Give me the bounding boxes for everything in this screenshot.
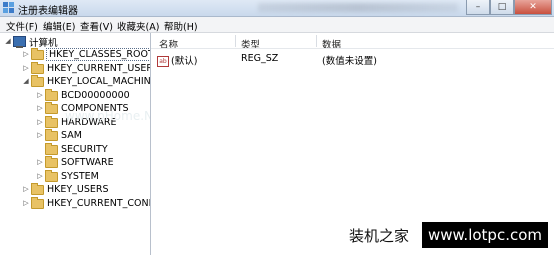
expand-icon[interactable]: ▷ bbox=[22, 65, 30, 72]
menu-bar: 文件(F) 编辑(E) 查看(V) 收藏夹(A) 帮助(H) bbox=[0, 17, 554, 33]
tree-item-sam[interactable]: ▷ SAM bbox=[36, 128, 82, 142]
blurred-path bbox=[258, 3, 458, 12]
folder-icon bbox=[45, 115, 58, 128]
tree-item-hkey-current-user[interactable]: ▷ HKEY_CURRENT_USER bbox=[22, 61, 151, 75]
menu-help[interactable]: 帮助(H) bbox=[164, 19, 198, 33]
collapse-icon[interactable]: ◢ bbox=[22, 78, 30, 85]
menu-edit[interactable]: 编辑(E) bbox=[43, 19, 75, 33]
site-url: www.lotpc.com bbox=[422, 222, 548, 248]
folder-icon bbox=[45, 155, 58, 168]
title-bar: 注册表编辑器 – □ ✕ bbox=[0, 0, 554, 17]
close-button[interactable]: ✕ bbox=[514, 0, 552, 15]
tree-item-hkey-users[interactable]: ▷ HKEY_USERS bbox=[22, 182, 109, 196]
regedit-icon bbox=[3, 2, 14, 13]
string-value-icon: ab bbox=[157, 56, 169, 67]
computer-icon bbox=[13, 36, 26, 48]
folder-icon bbox=[45, 88, 58, 101]
minimize-button[interactable]: – bbox=[466, 0, 490, 15]
folder-icon bbox=[31, 182, 44, 195]
folder-icon bbox=[31, 61, 44, 74]
expand-icon[interactable]: ▷ bbox=[36, 132, 44, 139]
site-name: 装机之家 bbox=[348, 226, 409, 245]
tree-label: SECURITY bbox=[61, 144, 108, 155]
value-row-data: (数值未设置) bbox=[322, 56, 377, 67]
expand-icon[interactable]: ▷ bbox=[36, 173, 44, 180]
tree-label: BCD00000000 bbox=[61, 90, 130, 101]
expand-icon[interactable]: ▷ bbox=[22, 200, 30, 207]
tree-item-hkey-current-config[interactable]: ▷ HKEY_CURRENT_CONFIG bbox=[22, 196, 150, 210]
collapse-icon[interactable]: ◢ bbox=[4, 38, 12, 45]
folder-icon bbox=[45, 128, 58, 141]
tree-label: SOFTWARE bbox=[61, 157, 114, 168]
window-title: 注册表编辑器 bbox=[18, 6, 78, 17]
expand-icon[interactable]: ▷ bbox=[22, 51, 30, 58]
folder-icon bbox=[45, 101, 58, 114]
registry-tree[interactable]: ◢ 计算机 ▷ HKEY_CLASSES_ROOT ▷ HKEY_CURRENT… bbox=[0, 33, 151, 255]
tree-item-software[interactable]: ▷ SOFTWARE bbox=[36, 155, 114, 169]
tree-label: HKEY_CURRENT_CONFIG bbox=[47, 198, 150, 209]
expand-icon[interactable]: ▷ bbox=[36, 105, 44, 112]
tree-label: HKEY_LOCAL_MACHINE bbox=[47, 76, 151, 87]
tree-label: HKEY_CURRENT_USER bbox=[47, 63, 151, 74]
menu-file[interactable]: 文件(F) bbox=[6, 19, 38, 33]
tree-label: 计算机 bbox=[29, 37, 58, 49]
tree-item-hkey-classes-root[interactable]: ▷ HKEY_CLASSES_ROOT bbox=[22, 47, 150, 61]
tree-item-system[interactable]: ▷ SYSTEM bbox=[36, 169, 99, 183]
value-row-name[interactable]: ab (默认) bbox=[157, 53, 197, 67]
folder-icon bbox=[31, 196, 44, 209]
tree-item-security[interactable]: SECURITY bbox=[36, 142, 108, 156]
tree-item-hkey-local-machine[interactable]: ◢ HKEY_LOCAL_MACHINE bbox=[22, 74, 151, 88]
header-divider bbox=[151, 48, 554, 49]
watermark: www.pHome.NET bbox=[65, 109, 150, 123]
tree-label: HKEY_USERS bbox=[47, 184, 109, 195]
tree-label: SAM bbox=[61, 130, 82, 141]
menu-favorites[interactable]: 收藏夹(A) bbox=[117, 19, 159, 33]
tree-item-computer[interactable]: ◢ 计算机 bbox=[4, 35, 58, 49]
maximize-button[interactable]: □ bbox=[490, 0, 514, 15]
tree-label: SYSTEM bbox=[61, 171, 99, 182]
value-name: (默认) bbox=[171, 56, 198, 67]
column-separator[interactable] bbox=[316, 35, 317, 47]
expand-icon[interactable]: ▷ bbox=[36, 119, 44, 126]
folder-icon bbox=[31, 47, 44, 60]
expand-icon[interactable]: ▷ bbox=[36, 92, 44, 99]
site-watermark: 装机之家 www.lotpc.com bbox=[336, 222, 548, 248]
column-separator[interactable] bbox=[235, 35, 236, 47]
expand-icon[interactable]: ▷ bbox=[36, 159, 44, 166]
tree-label: HKEY_CLASSES_ROOT bbox=[46, 48, 150, 61]
folder-icon bbox=[45, 142, 58, 155]
folder-icon bbox=[45, 169, 58, 182]
expand-icon[interactable]: ▷ bbox=[22, 186, 30, 193]
value-row-type: REG_SZ bbox=[241, 53, 279, 64]
menu-view[interactable]: 查看(V) bbox=[80, 19, 113, 33]
tree-item-bcd[interactable]: ▷ BCD00000000 bbox=[36, 88, 130, 102]
folder-icon bbox=[31, 74, 44, 87]
